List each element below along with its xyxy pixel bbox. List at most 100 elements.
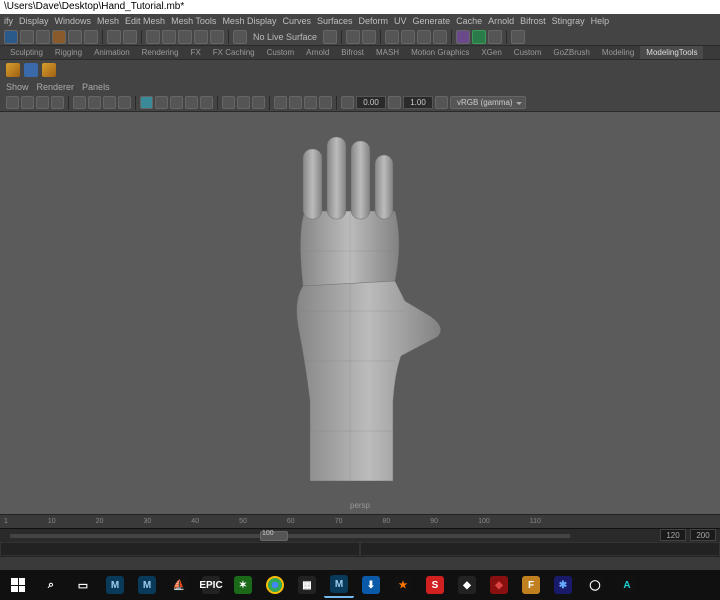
panel-layout-icon[interactable]	[456, 30, 470, 44]
panel-menu-panels[interactable]: Panels	[82, 82, 110, 92]
command-input[interactable]	[0, 542, 360, 556]
menu-arnold[interactable]: Arnold	[488, 16, 514, 26]
taskbar-app-icon[interactable]: ✶	[228, 572, 258, 598]
shadows-icon[interactable]	[200, 96, 213, 109]
shelf-tab-sculpting[interactable]: Sculpting	[4, 46, 49, 59]
play-icon[interactable]	[472, 30, 486, 44]
taskbar-app-icon[interactable]: ◯	[580, 572, 610, 598]
task-view-icon[interactable]: ▭	[68, 572, 98, 598]
panel-menu-renderer[interactable]: Renderer	[37, 82, 75, 92]
taskbar-app-icon[interactable]: ★	[388, 572, 418, 598]
lasso-tool-icon[interactable]	[20, 30, 34, 44]
wireframe-icon[interactable]	[140, 96, 153, 109]
shelf-tab-animation[interactable]: Animation	[88, 46, 136, 59]
exposure-value[interactable]: 0.00	[356, 96, 386, 109]
account-icon[interactable]	[511, 30, 525, 44]
menu-help[interactable]: Help	[591, 16, 610, 26]
menu-stingray[interactable]: Stingray	[552, 16, 585, 26]
xray-joints-icon[interactable]	[252, 96, 265, 109]
panel-menu-show[interactable]: Show	[6, 82, 29, 92]
aa-icon[interactable]	[304, 96, 317, 109]
bookmark-icon[interactable]	[36, 96, 49, 109]
snap-curve-icon[interactable]	[162, 30, 176, 44]
shelf-tab-modelingtools[interactable]: ModelingTools	[640, 46, 703, 59]
shelf-tab-gozbrush[interactable]: GoZBrush	[547, 46, 595, 59]
shelf-tab-bifrost[interactable]: Bifrost	[335, 46, 370, 59]
shelf-tab-fx-caching[interactable]: FX Caching	[207, 46, 261, 59]
shelf-tab-custom[interactable]: Custom	[508, 46, 548, 59]
taskbar-app-icon[interactable]: M	[132, 572, 162, 598]
menu-mesh-display[interactable]: Mesh Display	[222, 16, 276, 26]
chevron-icon[interactable]	[323, 30, 337, 44]
scale-tool-icon[interactable]	[84, 30, 98, 44]
view-transform-icon[interactable]	[435, 96, 448, 109]
menu-ify[interactable]: ify	[4, 16, 13, 26]
shelf-tab-modeling[interactable]: Modeling	[596, 46, 640, 59]
render-settings-icon[interactable]	[417, 30, 431, 44]
shelf-tab-fx[interactable]: FX	[185, 46, 207, 59]
image-plane-icon[interactable]	[51, 96, 64, 109]
shelf-tab-arnold[interactable]: Arnold	[300, 46, 335, 59]
taskbar-app-icon[interactable]: EPIC	[196, 572, 226, 598]
taskbar-app-icon[interactable]: ⬇	[356, 572, 386, 598]
menu-mesh[interactable]: Mesh	[97, 16, 119, 26]
rotate-tool-icon[interactable]	[68, 30, 82, 44]
taskbar-app-icon[interactable]	[260, 572, 290, 598]
gamma-value[interactable]: 1.00	[403, 96, 433, 109]
start-button[interactable]	[2, 572, 34, 598]
use-lights-icon[interactable]	[185, 96, 198, 109]
volume-icon[interactable]	[488, 30, 502, 44]
redo-icon[interactable]	[123, 30, 137, 44]
taskbar-app-icon[interactable]: ▦	[292, 572, 322, 598]
menu-windows[interactable]: Windows	[55, 16, 92, 26]
snap-point-icon[interactable]	[178, 30, 192, 44]
film-gate-icon[interactable]	[88, 96, 101, 109]
camera-attr-icon[interactable]	[21, 96, 34, 109]
resolution-gate-icon[interactable]	[103, 96, 116, 109]
isolate-icon[interactable]	[222, 96, 235, 109]
ipr-icon[interactable]	[401, 30, 415, 44]
smooth-shade-icon[interactable]	[155, 96, 168, 109]
history-off-icon[interactable]	[362, 30, 376, 44]
menu-edit-mesh[interactable]: Edit Mesh	[125, 16, 165, 26]
select-tool-icon[interactable]	[4, 30, 18, 44]
persp-viewport[interactable]: persp	[0, 112, 720, 514]
menu-bifrost[interactable]: Bifrost	[520, 16, 546, 26]
menu-deform[interactable]: Deform	[359, 16, 389, 26]
gate-mask-icon[interactable]	[118, 96, 131, 109]
taskbar-app-icon[interactable]: ◆	[452, 572, 482, 598]
history-on-icon[interactable]	[346, 30, 360, 44]
menu-surfaces[interactable]: Surfaces	[317, 16, 353, 26]
snap-center-icon[interactable]	[194, 30, 208, 44]
taskbar-app-icon[interactable]: S	[420, 572, 450, 598]
select-camera-icon[interactable]	[6, 96, 19, 109]
undo-icon[interactable]	[107, 30, 121, 44]
taskbar-app-icon[interactable]: M	[324, 572, 354, 598]
menu-display[interactable]: Display	[19, 16, 49, 26]
shelf-tab-custom[interactable]: Custom	[261, 46, 301, 59]
shelf-tab-rendering[interactable]: Rendering	[136, 46, 185, 59]
motion-blur-icon[interactable]	[289, 96, 302, 109]
dof-icon[interactable]	[319, 96, 332, 109]
menu-mesh-tools[interactable]: Mesh Tools	[171, 16, 216, 26]
render-icon[interactable]	[385, 30, 399, 44]
shelf-item-tool-icon[interactable]	[24, 63, 38, 77]
exposure-icon[interactable]	[341, 96, 354, 109]
shelf-tab-mash[interactable]: MASH	[370, 46, 405, 59]
move-tool-icon[interactable]	[52, 30, 66, 44]
grid-icon[interactable]	[73, 96, 86, 109]
shelf-item-cube-icon[interactable]	[6, 63, 20, 77]
shelf-tab-motion-graphics[interactable]: Motion Graphics	[405, 46, 475, 59]
taskbar-app-icon[interactable]: A	[612, 572, 642, 598]
shelf-tab-xgen[interactable]: XGen	[475, 46, 507, 59]
renderer-dropdown[interactable]: vRGB (gamma)	[450, 96, 526, 109]
range-end-a[interactable]: 120	[660, 529, 686, 541]
taskbar-app-icon[interactable]: ◆	[484, 572, 514, 598]
textured-icon[interactable]	[170, 96, 183, 109]
ao-icon[interactable]	[274, 96, 287, 109]
search-icon[interactable]: ⌕	[36, 572, 66, 598]
paint-select-icon[interactable]	[36, 30, 50, 44]
menu-generate[interactable]: Generate	[413, 16, 451, 26]
shelf-tab-rigging[interactable]: Rigging	[49, 46, 88, 59]
taskbar-app-icon[interactable]: ⛵	[164, 572, 194, 598]
